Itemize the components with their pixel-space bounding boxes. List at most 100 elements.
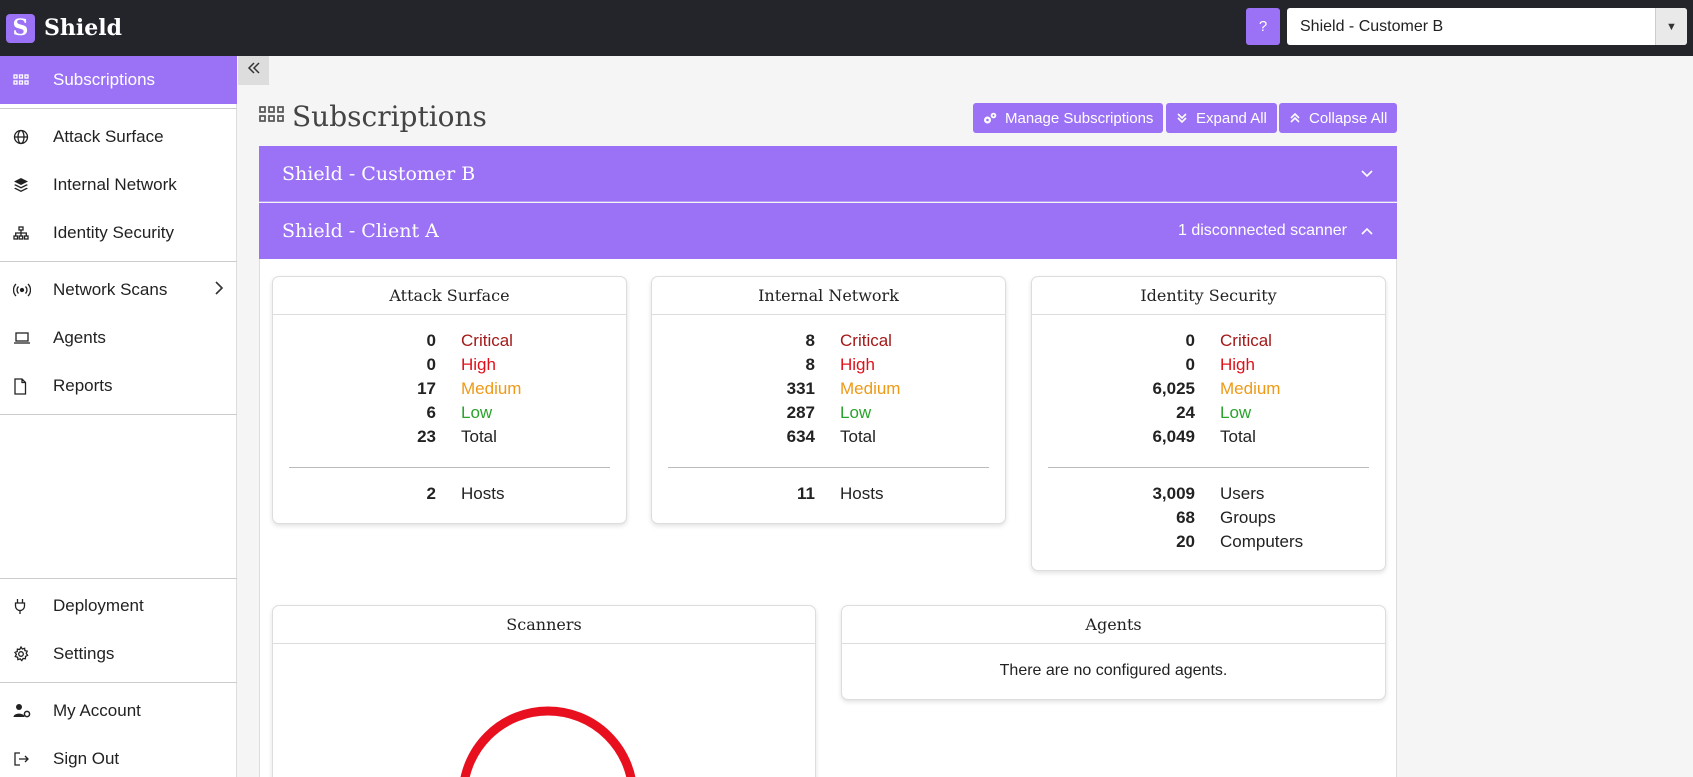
identity-security-card: Identity Security 0 Critical 0 High 6,025 M… [1031,276,1386,571]
stat-users: 3,009 Users [1032,484,1385,508]
sidebar: Subscriptions Attack Surface Internal Ne… [0,56,237,777]
collapse-all-button[interactable]: Collapse All [1279,103,1398,133]
stat-label: Total [1220,427,1256,446]
stat-label: Low [461,403,493,422]
sidebar-item-subscriptions[interactable]: Subscriptions [0,56,237,104]
expand-all-button[interactable]: Expand All [1166,103,1277,133]
sidebar-collapse-button[interactable] [238,56,269,85]
sidebar-item-agents[interactable]: Agents [0,314,237,362]
app-name: Shield [44,15,122,41]
stat-high: 8 High [652,355,1005,379]
user-gear-icon [0,703,53,719]
stat-label: Medium [1220,379,1281,398]
stat-label: Groups [1220,508,1276,527]
card-title: Agents [842,606,1385,644]
stat-value: 287 [786,403,815,422]
sidebar-item-label: Settings [53,644,115,663]
sidebar-item-network-scans[interactable]: Network Scans [0,266,237,314]
stat-value: 68 [1176,508,1195,527]
tenant-select[interactable]: Shield - Customer B ▼ [1287,8,1687,45]
card-title: Attack Surface [273,277,626,315]
sidebar-item-identity-security[interactable]: Identity Security [0,209,237,257]
stat-label: Critical [840,331,892,350]
stat-low: 24 Low [1032,403,1385,427]
stat-value: 8 [805,331,815,350]
caret-down-icon[interactable]: ▼ [1655,8,1687,45]
grid-icon [0,74,53,86]
stat-low: 6 Low [273,403,626,427]
stat-value: 3,009 [1152,484,1195,503]
sidebar-item-label: Identity Security [53,223,174,242]
stat-high: 0 High [1032,355,1385,379]
stat-label: Users [1220,484,1265,503]
stat-total: 634 Total [652,427,1005,451]
divider [0,682,237,683]
sidebar-item-internal-network[interactable]: Internal Network [0,161,237,209]
sidebar-item-sign-out[interactable]: Sign Out [0,735,237,777]
stat-total: 6,049 Total [1032,427,1385,451]
stat-label: Total [461,427,497,446]
divider [1048,467,1369,468]
stat-value: 6,049 [1152,427,1195,446]
stat-value: 0 [1185,331,1195,350]
stat-medium: 6,025 Medium [1032,379,1385,403]
stat-total: 23 Total [273,427,626,451]
stat-label: Medium [461,379,522,398]
stat-critical: 0 Critical [273,331,626,355]
logo-icon: S [6,13,35,43]
agents-empty-message: There are no configured agents. [999,662,1228,679]
subscription-header-customer-b[interactable]: Shield - Customer B [259,146,1397,202]
stat-groups: 68 Groups [1032,508,1385,532]
globe-icon [0,129,53,145]
stat-label: Hosts [840,484,884,503]
sidebar-item-label: Network Scans [53,280,168,299]
sidebar-item-deployment[interactable]: Deployment [0,582,237,630]
scanners-card: Scanners [272,605,816,777]
double-chevron-down-icon [1177,113,1187,124]
stat-label: Medium [840,379,901,398]
sidebar-item-attack-surface[interactable]: Attack Surface [0,113,237,161]
chevron-right-icon [214,280,224,301]
subscription-name: Shield - Customer B [282,162,476,185]
sign-out-icon [0,751,53,767]
stat-label: Critical [461,331,513,350]
stat-label: Hosts [461,484,505,503]
stat-value: 6 [426,403,436,422]
divider [668,467,989,468]
page-title-text: Subscriptions [292,100,487,133]
divider [0,108,237,109]
help-button[interactable]: ? [1246,8,1280,45]
card-title: Identity Security [1032,277,1385,315]
stat-label: Computers [1220,532,1304,551]
manage-subscriptions-button[interactable]: Manage Subscriptions [973,103,1164,133]
sidebar-item-my-account[interactable]: My Account [0,687,237,735]
double-chevron-up-icon [1290,112,1300,123]
stat-medium: 17 Medium [273,379,626,403]
stat-hosts: 2 Hosts [273,484,626,508]
sidebar-item-settings[interactable]: Settings [0,630,237,678]
stat-value: 11 [797,484,815,503]
stat-low: 287 Low [652,403,1005,427]
manage-subscriptions-label: Manage Subscriptions [1005,109,1154,127]
stat-label: High [840,355,875,374]
stat-label: High [461,355,496,374]
subscription-status: 1 disconnected scanner [1178,222,1347,239]
internal-network-card: Internal Network 8 Critical 8 High 331 Medi… [651,276,1006,524]
tenant-select-value: Shield - Customer B [1300,17,1444,35]
sitemap-icon [0,226,53,240]
sidebar-item-label: Agents [53,328,106,347]
stat-computers: 20 Computers [1032,532,1385,556]
subscription-name: Shield - Client A [282,220,439,242]
top-bar: S Shield ? Shield - Customer B ▼ [0,0,1693,56]
sidebar-item-label: Sign Out [53,749,120,768]
sidebar-item-label: Deployment [53,596,144,615]
subscription-header-client-a[interactable]: Shield - Client A 1 disconnected scanner [259,203,1397,259]
subscription-body: Attack Surface 0 Critical 0 High 17 Medium … [259,259,1397,777]
sidebar-item-reports[interactable]: Reports [0,362,237,410]
page-title: Subscriptions [259,100,487,133]
broadcast-icon [0,283,53,297]
stat-hosts: 11 Hosts [652,484,1005,508]
stat-value: 20 [1176,532,1195,551]
stat-value: 2 [426,484,436,503]
sidebar-item-label: My Account [53,701,141,720]
